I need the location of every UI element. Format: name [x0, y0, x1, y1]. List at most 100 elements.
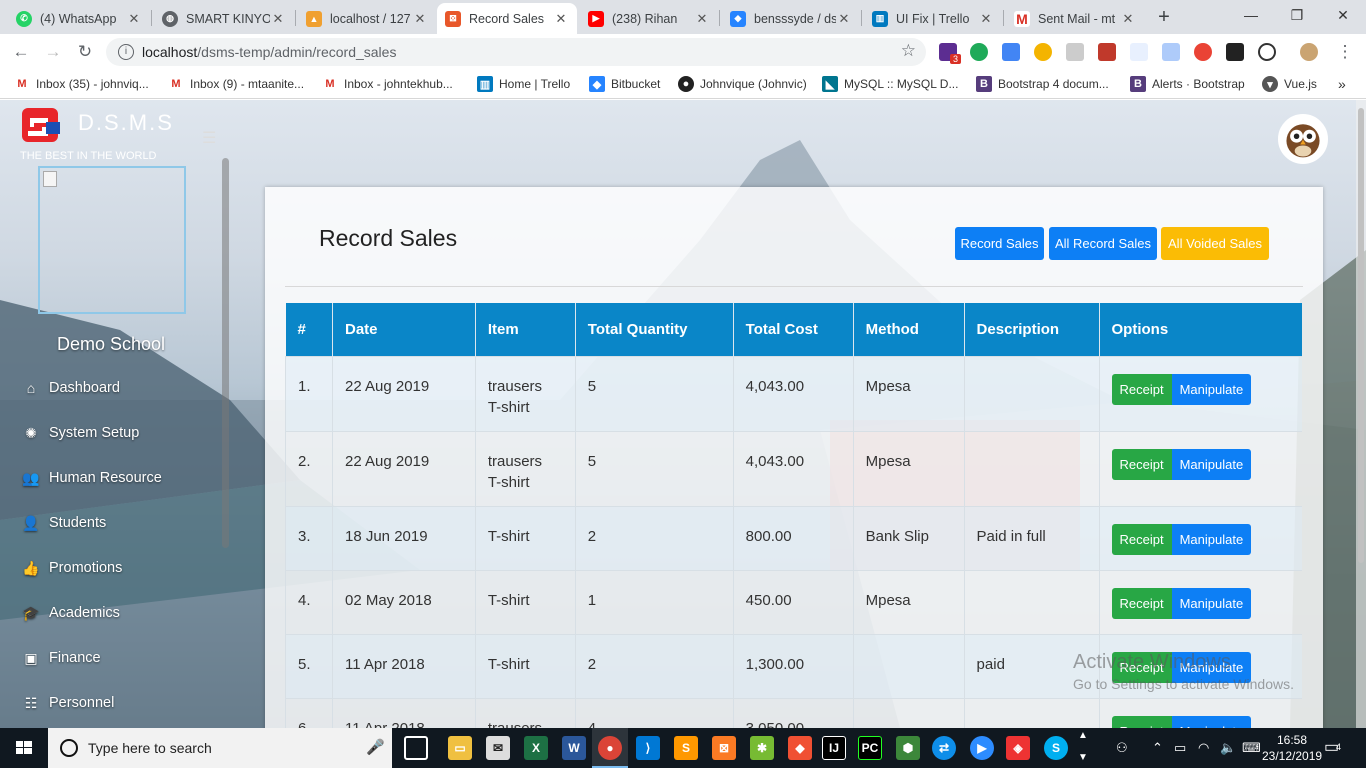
git-icon[interactable]: ◆: [788, 736, 812, 760]
teamviewer-icon[interactable]: ⇄: [932, 736, 956, 760]
receipt-button[interactable]: Receipt: [1111, 523, 1172, 555]
manipulate-button[interactable]: Manipulate: [1171, 587, 1252, 619]
tab-whatsapp[interactable]: ✆ (4) WhatsApp ✕: [8, 3, 150, 34]
manipulate-button[interactable]: Manipulate: [1171, 715, 1252, 728]
sidebar-item-dashboard[interactable]: ⌂ Dashboard: [22, 379, 120, 397]
battery-icon[interactable]: ▭: [1174, 740, 1186, 756]
minimize-button[interactable]: —: [1228, 0, 1274, 30]
tab-gmail[interactable]: M Sent Mail - mt ✕: [1006, 3, 1144, 34]
vscode-icon[interactable]: ⟩: [636, 736, 660, 760]
receipt-button[interactable]: Receipt: [1111, 448, 1172, 480]
tab-smart-kinyo[interactable]: ◍ SMART KINYO ✕: [154, 3, 294, 34]
manipulate-button[interactable]: Manipulate: [1171, 523, 1252, 555]
receipt-button[interactable]: Receipt: [1111, 373, 1172, 405]
sidebar-item-students[interactable]: 👤 Students: [22, 514, 106, 532]
sidebar-item-promotions[interactable]: 👍 Promotions: [22, 559, 122, 577]
bookmark-item[interactable]: ▾ Vue.js: [1262, 76, 1317, 92]
profile-avatar-icon[interactable]: [1300, 43, 1318, 61]
windows-start-icon[interactable]: [0, 728, 48, 768]
sidebar-item-academics[interactable]: 🎓 Academics: [22, 604, 120, 622]
intellij-icon[interactable]: IJ: [822, 736, 846, 760]
task-view-icon[interactable]: [404, 736, 428, 760]
taskbar-search-box[interactable]: Type here to search 🎤: [48, 728, 392, 768]
owl-avatar[interactable]: [1278, 114, 1328, 164]
pdf-icon[interactable]: [1098, 43, 1116, 61]
bookmark-item[interactable]: M Inbox (9) - mtaanite...: [168, 76, 304, 92]
record-sales-button[interactable]: Record Sales: [955, 227, 1044, 260]
close-icon[interactable]: ✕: [836, 11, 852, 27]
receipt-button[interactable]: Receipt: [1111, 715, 1172, 728]
bookmark-item[interactable]: M Inbox - johntekhub...: [322, 76, 452, 92]
extension-icon[interactable]: [1002, 43, 1020, 61]
people-icon[interactable]: ⚇: [1116, 740, 1128, 756]
page-scrollbar[interactable]: [1356, 100, 1366, 728]
new-tab-button[interactable]: +: [1152, 6, 1176, 30]
anydesk-icon[interactable]: ◈: [1006, 736, 1030, 760]
extension-icon[interactable]: [1194, 43, 1212, 61]
manipulate-button[interactable]: Manipulate: [1171, 448, 1252, 480]
close-icon[interactable]: ✕: [1120, 11, 1136, 27]
sync-icon[interactable]: [1258, 43, 1276, 61]
manipulate-button[interactable]: Manipulate: [1171, 373, 1252, 405]
all-record-sales-button[interactable]: All Record Sales: [1049, 227, 1157, 260]
close-window-button[interactable]: ✕: [1320, 0, 1366, 30]
close-icon[interactable]: ✕: [126, 11, 142, 27]
bookmark-item[interactable]: ◆ Bitbucket: [589, 76, 660, 92]
word-icon[interactable]: W: [562, 736, 586, 760]
extension-icon[interactable]: [1130, 43, 1148, 61]
volume-icon[interactable]: 🔈: [1220, 740, 1236, 756]
close-icon[interactable]: ✕: [978, 11, 994, 27]
url-text[interactable]: localhost/dsms-temp/admin/record_sales: [142, 44, 396, 60]
address-bar[interactable]: i localhost/dsms-temp/admin/record_sales…: [106, 38, 926, 66]
skype-icon[interactable]: S: [1044, 736, 1068, 760]
all-voided-sales-button[interactable]: All Voided Sales: [1161, 227, 1269, 260]
xampp-icon[interactable]: ⊠: [712, 736, 736, 760]
extension-icon[interactable]: [1066, 43, 1084, 61]
zoom-icon[interactable]: ▶: [970, 736, 994, 760]
excel-icon[interactable]: X: [524, 736, 548, 760]
mail-icon[interactable]: ✉: [486, 736, 510, 760]
file-explorer-icon[interactable]: ▭: [448, 736, 472, 760]
chevron-up-icon[interactable]: ⌃: [1152, 740, 1163, 756]
maximize-button[interactable]: ❐: [1274, 0, 1320, 30]
sidebar-scrollbar[interactable]: [222, 158, 229, 548]
bookmark-item[interactable]: B Bootstrap 4 docum...: [976, 76, 1109, 92]
app-icon[interactable]: ✱: [750, 736, 774, 760]
tab-bitbucket[interactable]: ◆ bensssyde / ds ✕: [722, 3, 860, 34]
scrollbar-thumb[interactable]: [1358, 108, 1364, 563]
tab-trello[interactable]: ▥ UI Fix | Trello ✕: [864, 3, 1002, 34]
tab-phpmyadmin[interactable]: ▲ localhost / 127 ✕: [298, 3, 436, 34]
tray-scroll-up-icon[interactable]: ▲: [1078, 730, 1088, 741]
microphone-icon[interactable]: 🎤: [366, 738, 385, 756]
tray-scroll-down-icon[interactable]: ▼: [1078, 752, 1088, 763]
receipt-button[interactable]: Receipt: [1111, 587, 1172, 619]
sidebar-item-human-resource[interactable]: 👥 Human Resource: [22, 469, 162, 487]
github-icon[interactable]: [1226, 43, 1244, 61]
back-arrow-icon[interactable]: ←: [10, 41, 32, 63]
bookmark-item[interactable]: B Alerts · Bootstrap: [1130, 76, 1245, 92]
keyboard-icon[interactable]: ⌨: [1242, 740, 1261, 756]
info-icon[interactable]: i: [118, 44, 134, 60]
close-icon[interactable]: ✕: [553, 11, 569, 27]
chrome-icon[interactable]: ●: [598, 736, 622, 760]
bookmark-item[interactable]: ● Johnvique (Johnvic): [678, 76, 807, 92]
wifi-icon[interactable]: ◠: [1198, 740, 1209, 756]
sidebar-item-finance[interactable]: ▣ Finance: [22, 649, 100, 667]
bookmarks-more-button[interactable]: »: [1338, 76, 1346, 92]
tab-record-sales[interactable]: ⊠ Record Sales ✕: [437, 3, 577, 34]
forward-arrow-icon[interactable]: →: [42, 41, 64, 63]
node-icon[interactable]: ⬢: [896, 736, 920, 760]
extension-icon[interactable]: [1034, 43, 1052, 61]
menu-toggle-icon[interactable]: ☰: [202, 128, 216, 148]
sidebar-item-system-setup[interactable]: ✺ System Setup: [22, 424, 139, 442]
grammarly-icon[interactable]: [970, 43, 988, 61]
extension-icon[interactable]: [1162, 43, 1180, 61]
system-clock[interactable]: 16:58 23/12/2019: [1262, 732, 1322, 764]
close-icon[interactable]: ✕: [270, 11, 286, 27]
sidebar-item-personnel[interactable]: ☷ Personnel: [22, 694, 115, 712]
more-vertical-icon[interactable]: ⋮: [1334, 41, 1356, 63]
bookmark-item[interactable]: ◣ MySQL :: MySQL D...: [822, 76, 958, 92]
close-icon[interactable]: ✕: [694, 11, 710, 27]
tab-youtube[interactable]: ▶ (238) Rihan ✕: [580, 3, 718, 34]
reload-icon[interactable]: ↻: [74, 41, 96, 63]
